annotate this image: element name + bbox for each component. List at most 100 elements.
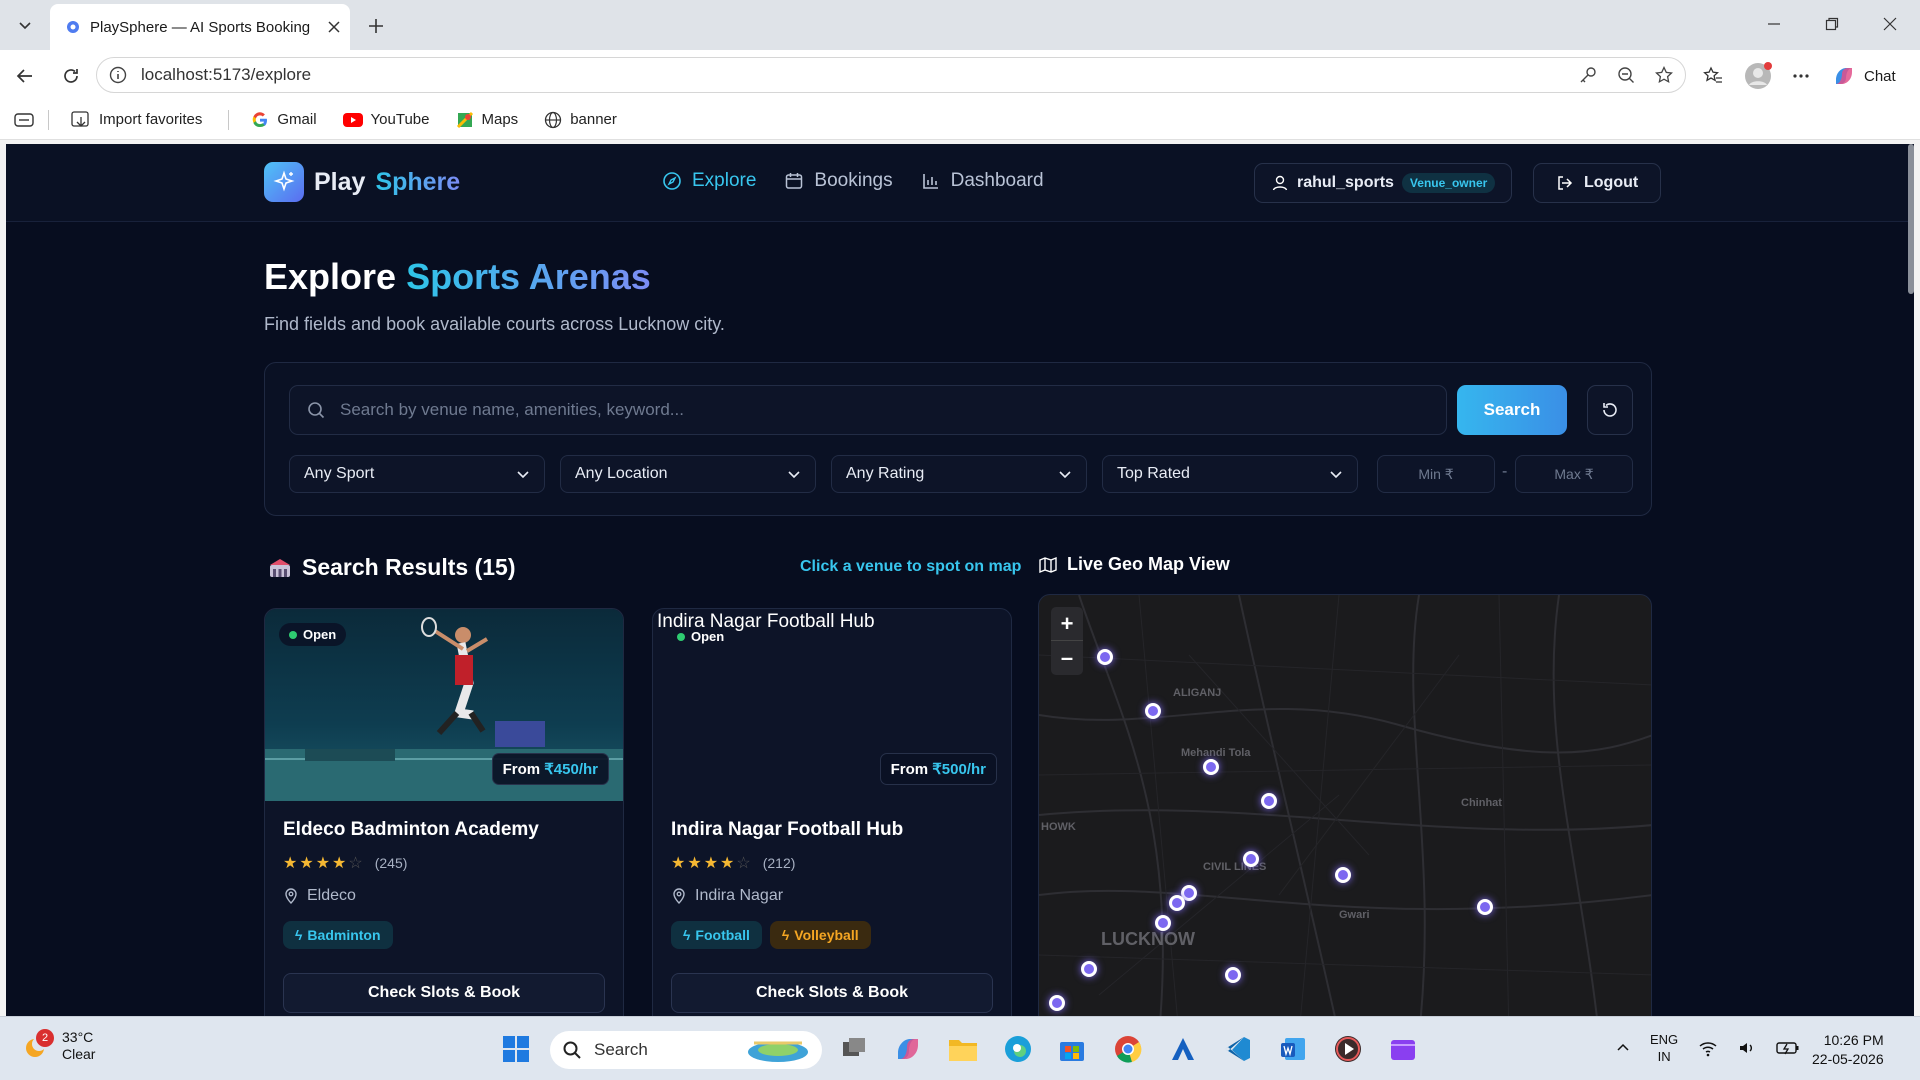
select-value: Any Sport [304, 465, 375, 482]
price-prefix: From [890, 761, 929, 778]
system-clock[interactable]: 10:26 PM 22-05-2026 [1812, 1031, 1884, 1069]
clipchamp-icon[interactable] [1387, 1033, 1419, 1065]
more-options-icon[interactable] [1788, 63, 1814, 89]
geo-map[interactable]: + – ALIGANJ Mehandi Tola Chinhat CIVIL L… [1038, 594, 1652, 1016]
reset-filters-button[interactable] [1587, 385, 1633, 435]
bookmark-maps[interactable]: Maps [456, 111, 518, 129]
page-scrollbar[interactable] [1908, 144, 1914, 294]
venue-marker[interactable] [1335, 867, 1351, 883]
stadium-icon [268, 557, 292, 579]
copilot-chat-button[interactable]: Chat [1832, 62, 1908, 90]
weather-temp: 33°C [62, 1029, 94, 1045]
venue-marker[interactable] [1081, 961, 1097, 977]
venue-marker[interactable] [1049, 995, 1065, 1011]
venue-marker[interactable] [1203, 759, 1219, 775]
new-tab-icon[interactable] [362, 12, 390, 40]
profile-avatar-icon[interactable] [1743, 61, 1773, 91]
venue-marker[interactable] [1145, 703, 1161, 719]
brand-logo[interactable]: Play Sphere [264, 162, 460, 202]
user-chip[interactable]: rahul_sports Venue_owner [1254, 163, 1513, 203]
reload-icon[interactable] [58, 63, 84, 89]
close-tab-icon[interactable] [328, 21, 340, 33]
site-info-icon[interactable] [109, 66, 127, 84]
address-bar[interactable]: localhost:5173/explore [96, 57, 1686, 93]
weather-widget[interactable]: 2 33°C Clear [22, 1029, 95, 1063]
zoom-out-icon[interactable] [1617, 66, 1635, 84]
browser-tab[interactable]: PlaySphere — AI Sports Booking [50, 4, 350, 50]
clock-date: 22-05-2026 [1812, 1051, 1884, 1067]
restore-icon[interactable] [1812, 8, 1852, 40]
zoom-out-button[interactable]: – [1051, 641, 1083, 675]
select-value: Top Rated [1117, 465, 1190, 482]
task-view-icon[interactable] [838, 1033, 870, 1065]
copilot-app-icon[interactable] [892, 1033, 924, 1065]
edge-browser-icon[interactable] [1002, 1033, 1034, 1065]
map-title-text: Live Geo Map View [1067, 554, 1230, 574]
nav-explore[interactable]: Explore [662, 170, 756, 192]
venue-location: Indira Nagar [671, 887, 783, 905]
taskbar-search[interactable]: Search [550, 1031, 822, 1069]
microsoft-store-icon[interactable] [1056, 1033, 1088, 1065]
venue-marker[interactable] [1477, 899, 1493, 915]
sport-tag: ϟ Badminton [283, 921, 393, 949]
venue-marker[interactable] [1261, 793, 1277, 809]
notification-badge: 2 [36, 1029, 54, 1047]
select-value: Any Location [575, 465, 668, 482]
chrome-icon[interactable] [1112, 1033, 1144, 1065]
zoom-in-button[interactable]: + [1051, 607, 1083, 641]
app-a-icon[interactable] [1167, 1033, 1199, 1065]
password-key-icon[interactable] [1579, 66, 1597, 84]
minimize-icon[interactable] [1754, 8, 1794, 40]
min-price-input[interactable]: Min ₹ [1377, 455, 1495, 493]
word-icon[interactable] [1277, 1033, 1309, 1065]
favorites-icon[interactable] [1700, 63, 1726, 89]
check-slots-button[interactable]: Check Slots & Book [671, 973, 993, 1013]
role-badge: Venue_owner [1401, 173, 1496, 193]
venue-marker[interactable] [1169, 895, 1185, 911]
wifi-icon[interactable] [1698, 1039, 1718, 1057]
favorite-star-icon[interactable] [1655, 66, 1673, 84]
vscode-icon[interactable] [1222, 1033, 1254, 1065]
bookmark-youtube[interactable]: YouTube [342, 111, 430, 128]
reset-icon [1600, 400, 1620, 420]
nav-dashboard[interactable]: Dashboard [921, 170, 1044, 192]
tab-actions-chevron-icon[interactable] [10, 10, 40, 40]
battery-icon[interactable] [1776, 1040, 1800, 1056]
rating-select[interactable]: Any Rating [831, 455, 1087, 493]
copilot-icon [1832, 64, 1856, 88]
nav-bookings[interactable]: Bookings [784, 170, 893, 192]
volume-icon[interactable] [1738, 1039, 1756, 1057]
file-explorer-icon[interactable] [947, 1033, 979, 1065]
search-box[interactable] [289, 385, 1447, 435]
venue-marker[interactable] [1243, 851, 1259, 867]
language-indicator[interactable]: ENG IN [1650, 1031, 1678, 1065]
check-slots-button[interactable]: Check Slots & Book [283, 973, 605, 1013]
close-window-icon[interactable] [1870, 8, 1910, 40]
venue-marker[interactable] [1097, 649, 1113, 665]
back-arrow-icon[interactable] [12, 63, 38, 89]
bookmark-gmail[interactable]: Gmail [251, 111, 317, 129]
search-button[interactable]: Search [1457, 385, 1567, 435]
venue-marker[interactable] [1225, 967, 1241, 983]
playsphere-app: Play Sphere Explore Bookings Dashboard r… [6, 144, 1914, 1016]
bookmark-banner[interactable]: banner [544, 111, 617, 129]
logout-button[interactable]: Logout [1533, 163, 1662, 203]
chevron-up-icon[interactable] [1616, 1041, 1630, 1055]
app-header: Play Sphere Explore Bookings Dashboard r… [6, 144, 1914, 222]
venue-card[interactable]: Open From ₹450/hr Eldeco Badminton Acade… [264, 608, 624, 1016]
price-prefix: From [502, 761, 541, 778]
windows-start-icon[interactable] [500, 1033, 532, 1065]
url-text[interactable]: localhost:5173/explore [141, 65, 1579, 85]
search-input[interactable] [340, 400, 1430, 420]
location-select[interactable]: Any Location [560, 455, 816, 493]
sport-select[interactable]: Any Sport [289, 455, 545, 493]
reading-list-icon[interactable] [14, 112, 34, 128]
sport-tags: ϟ Badminton [283, 921, 393, 949]
sort-select[interactable]: Top Rated [1102, 455, 1358, 493]
max-price-input[interactable]: Max ₹ [1515, 455, 1633, 493]
venue-marker[interactable] [1155, 915, 1171, 931]
media-player-icon[interactable] [1332, 1033, 1364, 1065]
venue-card[interactable]: Indira Nagar Football Hub Open From ₹500… [652, 608, 1012, 1016]
bookmark-import-favorites[interactable]: Import favorites [71, 110, 202, 129]
star-rating: ★ ★ ★ ★ ☆ (245) [283, 853, 407, 873]
